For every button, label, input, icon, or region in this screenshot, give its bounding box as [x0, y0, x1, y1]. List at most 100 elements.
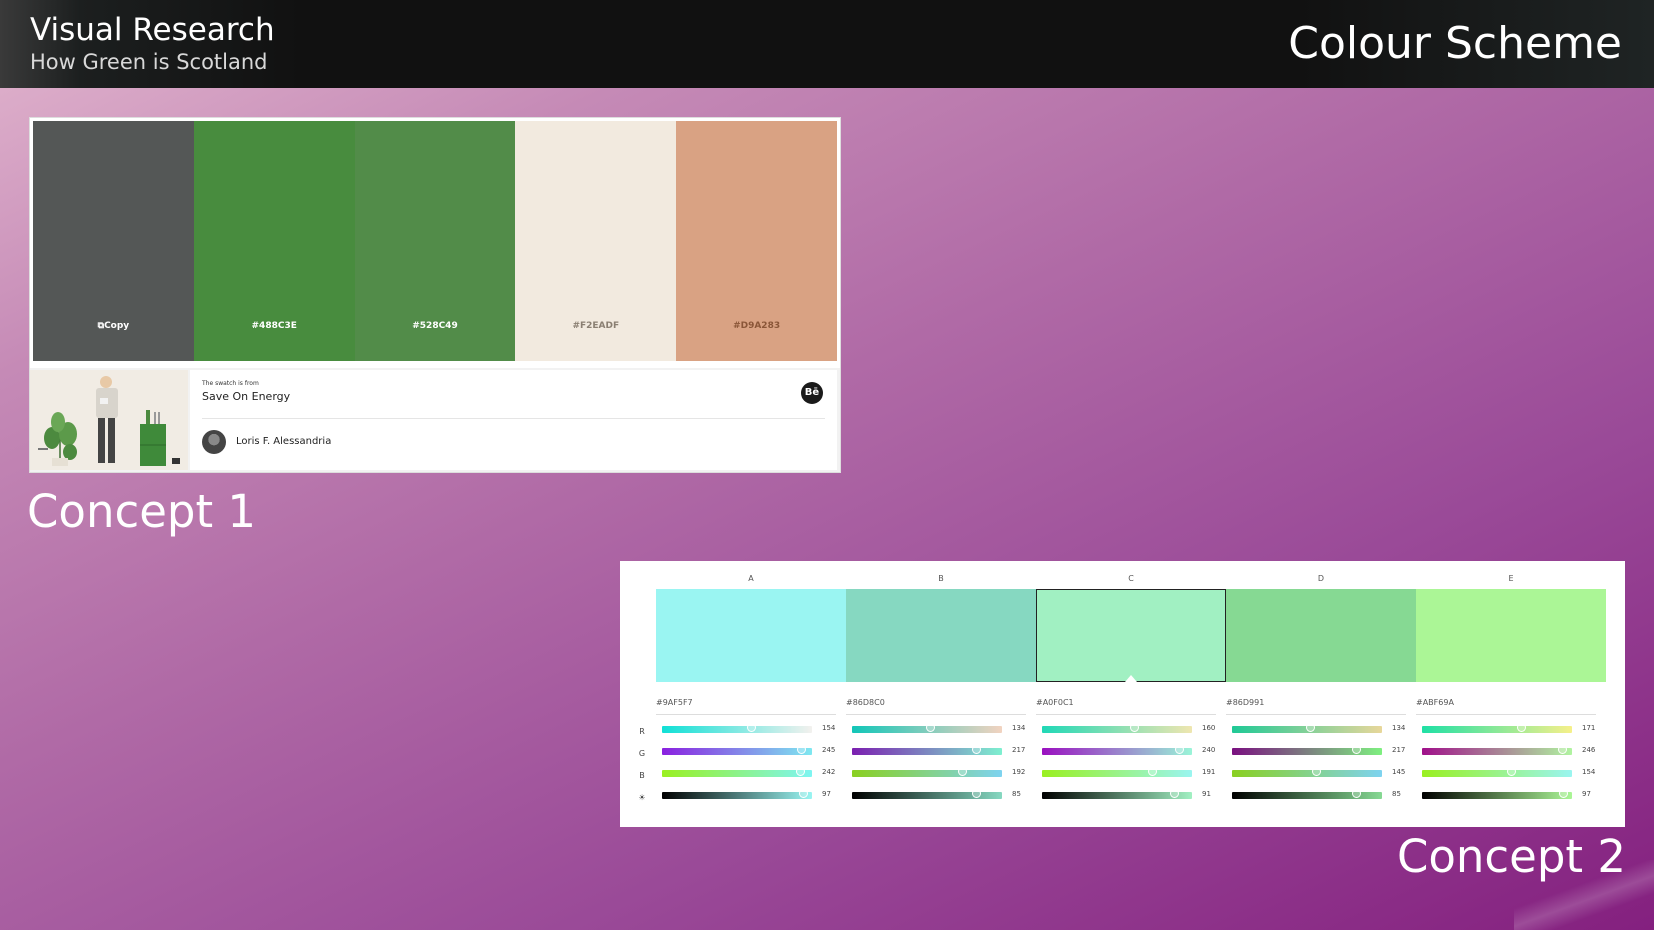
slider-knob[interactable] — [1558, 745, 1567, 754]
concept2-swatch-b[interactable] — [846, 589, 1036, 682]
column-label-e: E — [1508, 574, 1514, 583]
project-info-panel: The swatch is from Save On Energy Bē Lor… — [190, 370, 837, 470]
slider-knob[interactable] — [1130, 723, 1139, 732]
slider-value: 160 — [1202, 724, 1216, 732]
slider-g-a[interactable] — [662, 745, 812, 755]
slider-knob[interactable] — [799, 789, 808, 798]
hex-input-c[interactable]: #A0F0C1 — [1036, 698, 1216, 715]
slider-b-d[interactable] — [1232, 767, 1382, 777]
slider-knob[interactable] — [1170, 789, 1179, 798]
concept2-swatch-c[interactable] — [1036, 589, 1226, 682]
slider-value: 97 — [822, 790, 831, 798]
concept1-swatch-1[interactable]: ⧉Copy — [33, 121, 194, 361]
slider-r-d[interactable] — [1232, 723, 1382, 733]
decorative-shine — [1514, 860, 1654, 930]
slider-r-a[interactable] — [662, 723, 812, 733]
slider-knob[interactable] — [972, 789, 981, 798]
slider-knob[interactable] — [1306, 723, 1315, 732]
slider-value: 154 — [1582, 768, 1596, 776]
slider-b-b[interactable] — [852, 767, 1002, 777]
slider-value: 154 — [822, 724, 836, 732]
slider-alpha-a[interactable] — [662, 789, 812, 799]
slider-knob[interactable] — [1517, 723, 1526, 732]
slider-alpha-e[interactable] — [1422, 789, 1572, 799]
row-label-blue: B — [639, 771, 645, 780]
slider-g-c[interactable] — [1042, 745, 1192, 755]
slider-knob[interactable] — [972, 745, 981, 754]
slider-knob[interactable] — [1148, 767, 1157, 776]
concept1-label: Concept 1 — [27, 485, 257, 538]
divider — [202, 418, 825, 419]
slider-value: 85 — [1392, 790, 1401, 798]
swatch-hex-label: #488C3E — [251, 321, 297, 331]
concept2-palette-card: A B C D E #9AF5F7 #86D8C0 #A0F0C1 #86D99… — [620, 561, 1625, 827]
slider-knob[interactable] — [1175, 745, 1184, 754]
behance-icon[interactable]: Bē — [801, 382, 823, 404]
slider-value: 191 — [1202, 768, 1216, 776]
column-label-a: A — [748, 574, 754, 583]
hex-input-b[interactable]: #86D8C0 — [846, 698, 1026, 715]
slider-knob[interactable] — [1312, 767, 1321, 776]
header-bar: Visual Research How Green is Scotland Co… — [0, 0, 1654, 88]
slider-value: 240 — [1202, 746, 1216, 754]
slider-value: 97 — [1582, 790, 1591, 798]
slider-knob[interactable] — [1352, 745, 1361, 754]
slider-r-e[interactable] — [1422, 723, 1572, 733]
swatch-hex-label: #528C49 — [412, 321, 458, 331]
slider-value: 192 — [1012, 768, 1026, 776]
concept2-swatch-e[interactable] — [1416, 589, 1606, 682]
slider-value: 171 — [1582, 724, 1596, 732]
slider-b-c[interactable] — [1042, 767, 1192, 777]
project-name-link[interactable]: Save On Energy — [202, 390, 290, 403]
row-label-green: G — [638, 749, 646, 758]
hex-input-d[interactable]: #86D991 — [1226, 698, 1406, 715]
slider-knob[interactable] — [747, 723, 756, 732]
project-source-label: The swatch is from — [202, 380, 259, 387]
slider-value: 91 — [1202, 790, 1211, 798]
column-label-d: D — [1317, 574, 1325, 583]
project-thumbnail[interactable] — [30, 370, 188, 470]
slider-knob[interactable] — [1507, 767, 1516, 776]
slider-g-d[interactable] — [1232, 745, 1382, 755]
concept1-swatch-5[interactable]: #D9A283 — [676, 121, 837, 361]
column-label-c: C — [1128, 574, 1134, 583]
swatch-hex-label: #F2EADF — [572, 321, 620, 331]
concept1-swatch-3[interactable]: #528C49 — [354, 121, 516, 361]
row-label-red: R — [639, 727, 645, 736]
column-label-b: B — [938, 574, 944, 583]
slider-r-b[interactable] — [852, 723, 1002, 733]
slider-value: 242 — [822, 768, 836, 776]
slider-knob[interactable] — [1352, 789, 1361, 798]
slider-alpha-c[interactable] — [1042, 789, 1192, 799]
slider-g-e[interactable] — [1422, 745, 1572, 755]
slider-knob[interactable] — [797, 745, 806, 754]
slider-value: 217 — [1012, 746, 1026, 754]
slider-r-c[interactable] — [1042, 723, 1192, 733]
concept1-palette: ⧉Copy #488C3E #528C49 #F2EADF #D9A283 — [33, 121, 837, 361]
hex-input-a[interactable]: #9AF5F7 — [656, 698, 836, 715]
slider-knob[interactable] — [926, 723, 935, 732]
slider-knob[interactable] — [796, 767, 805, 776]
concept1-swatch-2[interactable]: #488C3E — [193, 121, 355, 361]
slider-alpha-b[interactable] — [852, 789, 1002, 799]
author-name-link[interactable]: Loris F. Alessandria — [236, 436, 331, 447]
slider-b-a[interactable] — [662, 767, 812, 777]
hex-input-e[interactable]: #ABF69A — [1416, 698, 1596, 715]
illustration-icon — [30, 370, 188, 470]
avatar[interactable] — [202, 430, 226, 454]
slider-value: 85 — [1012, 790, 1021, 798]
slider-alpha-d[interactable] — [1232, 789, 1382, 799]
concept2-swatch-a[interactable] — [656, 589, 846, 682]
slider-value: 145 — [1392, 768, 1406, 776]
concept1-swatch-4[interactable]: #F2EADF — [515, 121, 677, 361]
concept1-palette-card: ⧉Copy #488C3E #528C49 #F2EADF #D9A283 Th… — [30, 118, 840, 472]
slider-g-b[interactable] — [852, 745, 1002, 755]
slider-b-e[interactable] — [1422, 767, 1572, 777]
slider-value: 245 — [822, 746, 836, 754]
swatch-copy-label[interactable]: ⧉Copy — [33, 321, 194, 331]
swatch-hex-label: #D9A283 — [733, 321, 781, 331]
concept2-swatch-d[interactable] — [1226, 589, 1416, 682]
page-title: Colour Scheme — [1288, 18, 1622, 69]
slider-knob[interactable] — [1559, 789, 1568, 798]
slider-knob[interactable] — [958, 767, 967, 776]
